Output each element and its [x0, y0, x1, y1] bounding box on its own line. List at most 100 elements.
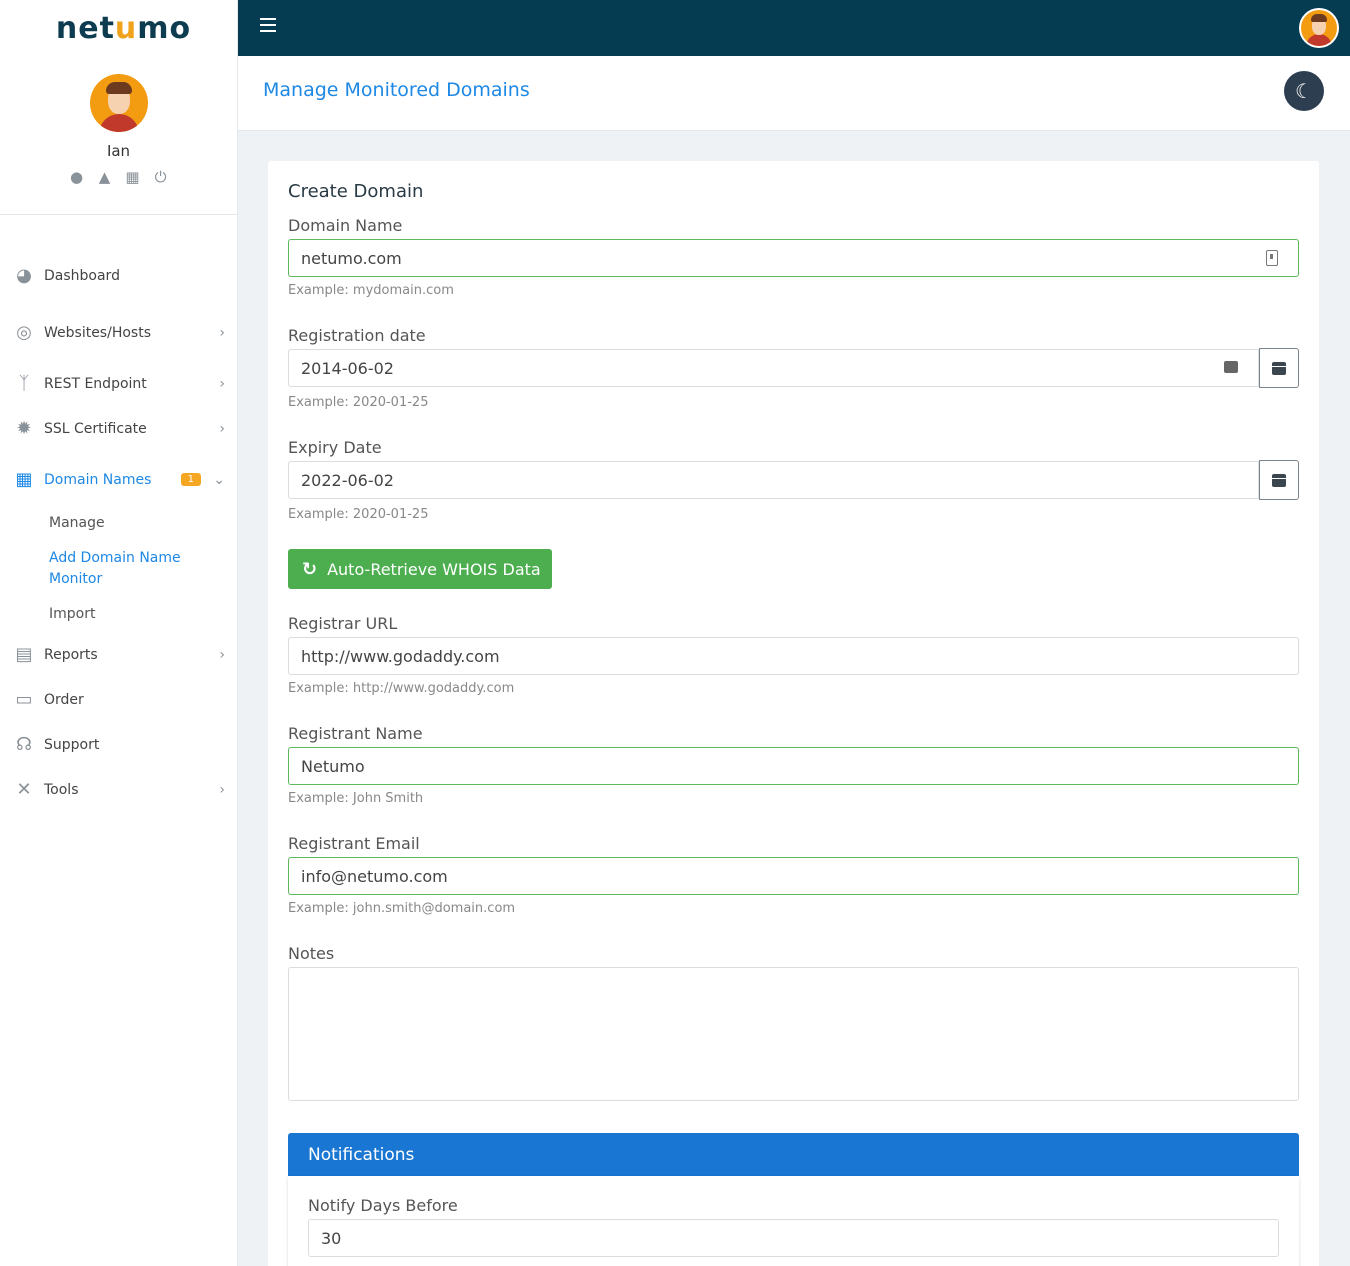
whois-button-label: Auto-Retrieve WHOIS Data — [327, 559, 541, 579]
registration-date-value: 2014-06-02 — [301, 358, 394, 378]
count-badge: 1 — [180, 473, 201, 486]
expiry-date-calendar-button[interactable] — [1259, 460, 1299, 500]
sidebar-item-support[interactable]: ☊ Support — [0, 722, 237, 767]
sidebar-subitem-manage[interactable]: Manage — [0, 506, 237, 541]
notes-textarea[interactable] — [288, 967, 1299, 1101]
registration-date-input[interactable]: 2014-06-02 — [288, 349, 1259, 387]
calendar-icon — [1272, 473, 1286, 487]
domain-name-value: netumo.com — [301, 248, 402, 268]
sidebar-item-label: Reports — [44, 646, 98, 663]
sidebar-item-reports[interactable]: ▤ Reports › — [0, 632, 237, 677]
dark-mode-toggle[interactable]: ☾ — [1284, 71, 1324, 111]
chevron-right-icon: › — [219, 324, 225, 341]
logo-accent: u — [114, 10, 138, 46]
page-title: Manage Monitored Domains — [263, 79, 530, 101]
file-icon: ▤ — [15, 644, 33, 665]
bell-icon[interactable]: ▲ — [96, 168, 114, 186]
sidebar-item-dashboard[interactable]: ◕ Dashboard — [0, 253, 237, 298]
avatar[interactable] — [89, 74, 148, 132]
chevron-down-icon: ⌄ — [213, 471, 225, 488]
moon-icon: ☾ — [1295, 79, 1313, 103]
sidebar-item-label: REST Endpoint — [44, 375, 147, 392]
logo[interactable]: net u mo — [0, 0, 237, 56]
registration-date-help: Example: 2020-01-25 — [288, 395, 429, 410]
user-icon[interactable]: ● — [68, 168, 86, 186]
globe-icon: ◎ — [16, 322, 32, 343]
sidebar-item-label: Order — [44, 691, 84, 708]
expiry-date-help: Example: 2020-01-25 — [288, 507, 429, 522]
sidebar-item-label: Dashboard — [44, 267, 120, 284]
chevron-right-icon: › — [219, 781, 225, 798]
refresh-icon: ↻ — [302, 558, 318, 580]
sidebar-subitem-import[interactable]: Import — [0, 597, 237, 632]
building-icon: ▦ — [15, 469, 33, 490]
sidebar-item-ssl[interactable]: ✹ SSL Certificate › — [0, 406, 237, 451]
registrant-name-help: Example: John Smith — [288, 791, 424, 806]
sidebar-nav: ◕ Dashboard ◎ Websites/Hosts › ᛉ REST En… — [0, 215, 237, 812]
registrant-email-label: Registrant Email — [288, 834, 420, 853]
profile-actions: ● ▲ ▦ ⏻ — [0, 168, 237, 186]
form-title: Create Domain — [288, 181, 424, 202]
domain-name-label: Domain Name — [288, 216, 403, 235]
sidebar: net u mo Ian ● ▲ ▦ ⏻ ◕ Dashboard ◎ Website… — [0, 0, 238, 1266]
contact-card-icon — [1266, 250, 1278, 266]
logo-text: net — [55, 10, 115, 46]
create-domain-card: Create Domain Domain Name netumo.com Exa… — [268, 161, 1319, 1266]
page-header: Manage Monitored Domains ☾ — [238, 56, 1350, 131]
chevron-right-icon: › — [219, 375, 225, 392]
registrant-email-input[interactable]: info@netumo.com — [288, 857, 1299, 895]
notifications-panel: Notify Days Before 30 — [288, 1176, 1299, 1266]
registrar-url-label: Registrar URL — [288, 614, 398, 633]
sidebar-item-label: Support — [44, 736, 100, 753]
notify-days-input[interactable]: 30 — [308, 1219, 1279, 1257]
sidebar-item-websites[interactable]: ◎ Websites/Hosts › — [0, 310, 237, 355]
sitemap-icon[interactable]: ▦ — [124, 168, 142, 186]
registrant-name-value: Netumo — [301, 756, 365, 776]
auto-retrieve-whois-button[interactable]: ↻ Auto-Retrieve WHOIS Data — [288, 549, 552, 589]
registrar-url-value: http://www.godaddy.com — [301, 646, 500, 666]
registrar-url-input[interactable]: http://www.godaddy.com — [288, 637, 1299, 675]
sidebar-item-label: Tools — [44, 781, 79, 798]
sidebar-item-order[interactable]: ▭ Order — [0, 677, 237, 722]
registrant-email-help: Example: john.smith@domain.com — [288, 901, 516, 916]
logo-text-end: mo — [137, 10, 192, 46]
power-icon[interactable]: ⏻ — [152, 168, 170, 186]
notes-label: Notes — [288, 944, 335, 963]
notify-days-value: 30 — [321, 1228, 342, 1248]
expiry-date-value: 2022-06-02 — [301, 470, 394, 490]
calendar-icon — [1272, 361, 1286, 375]
registrant-email-value: info@netumo.com — [301, 866, 448, 886]
chevron-right-icon: › — [219, 420, 225, 437]
sidebar-item-label: Domain Names — [44, 471, 152, 488]
registration-date-label: Registration date — [288, 326, 426, 345]
expiry-date-label: Expiry Date — [288, 438, 382, 457]
registration-date-calendar-button[interactable] — [1259, 348, 1299, 388]
topbar — [238, 0, 1350, 56]
sidebar-item-label: SSL Certificate — [44, 420, 147, 437]
notify-days-label: Notify Days Before — [308, 1196, 458, 1215]
domain-name-help: Example: mydomain.com — [288, 283, 454, 298]
certificate-icon: ✹ — [16, 418, 32, 439]
registrant-name-input[interactable]: Netumo — [288, 747, 1299, 785]
notifications-title: Notifications — [308, 1144, 415, 1165]
tools-icon: ✕ — [16, 779, 32, 800]
branch-icon: ᛉ — [18, 373, 30, 394]
sidebar-item-tools[interactable]: ✕ Tools › — [0, 767, 237, 812]
sidebar-item-rest-endpoint[interactable]: ᛉ REST Endpoint › — [0, 361, 237, 406]
keyboard-icon — [1224, 361, 1238, 373]
dashboard-icon: ◕ — [16, 265, 32, 286]
sidebar-item-domain-names[interactable]: ▦ Domain Names 1 ⌄ — [0, 457, 237, 502]
profile-panel: Ian ● ▲ ▦ ⏻ — [0, 56, 237, 215]
registrar-url-help: Example: http://www.godaddy.com — [288, 681, 515, 696]
profile-name: Ian — [106, 142, 131, 160]
domain-name-input[interactable]: netumo.com — [288, 239, 1299, 277]
chevron-right-icon: › — [219, 646, 225, 663]
sidebar-subitem-add-domain[interactable]: Add Domain Name Monitor — [0, 541, 200, 597]
sidebar-item-label: Websites/Hosts — [44, 324, 151, 341]
hamburger-menu-icon[interactable] — [260, 18, 276, 32]
user-avatar-button[interactable] — [1299, 8, 1339, 48]
expiry-date-input[interactable]: 2022-06-02 — [288, 461, 1259, 499]
wallet-icon: ▭ — [15, 689, 33, 710]
registrant-name-label: Registrant Name — [288, 724, 423, 743]
headset-icon: ☊ — [16, 734, 32, 755]
